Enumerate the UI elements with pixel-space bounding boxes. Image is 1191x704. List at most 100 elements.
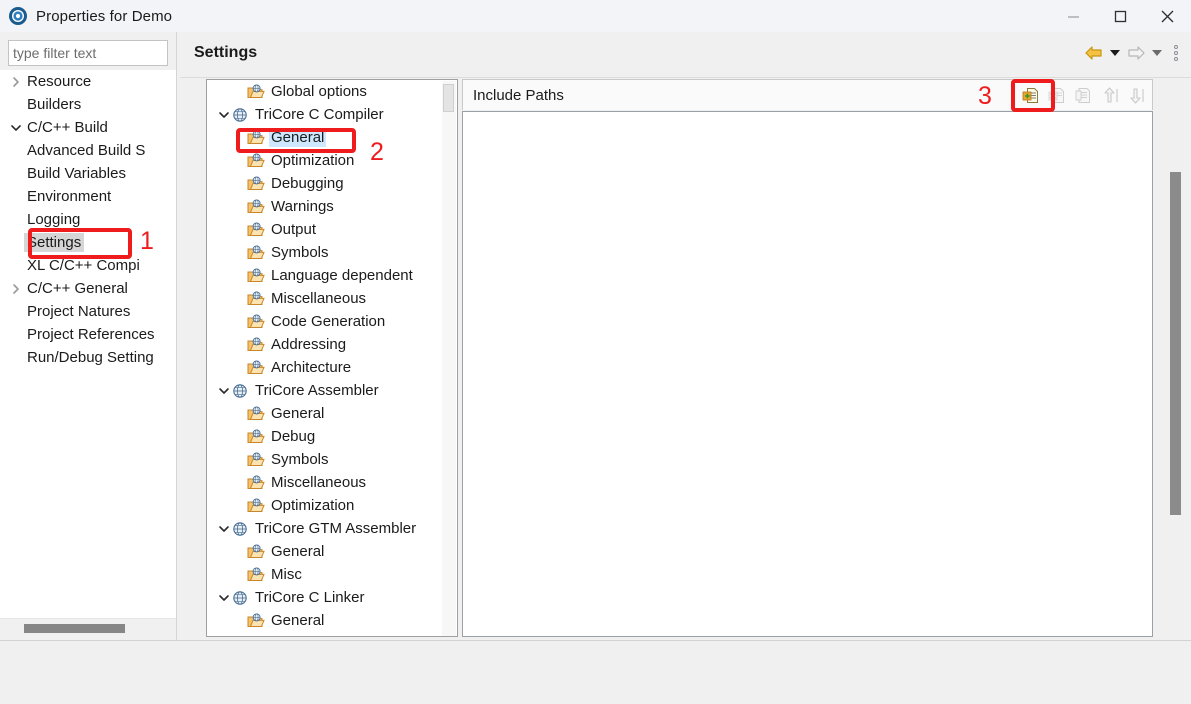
page-tree-item-general[interactable]: General (207, 540, 457, 563)
chevron-right-icon[interactable] (8, 277, 24, 300)
page-tree-item-miscellaneous[interactable]: Miscellaneous (207, 471, 457, 494)
include-paths-move-down-button[interactable] (1123, 82, 1148, 108)
back-history-chevron-down-icon[interactable] (1107, 40, 1123, 66)
page-tree-item-general[interactable]: General (207, 609, 457, 632)
include-paths-list[interactable] (462, 111, 1153, 637)
dialog-footer: ? Apply and Close Cancel (0, 641, 1191, 704)
include-paths-edit-button[interactable] (1071, 82, 1096, 108)
page-tree-item-label: General (271, 543, 325, 560)
page-tree-item-global-options[interactable]: Global options (207, 80, 457, 103)
properties-sidebar-tree[interactable]: Resource Builders C/C++ Build Advanced Buil… (0, 70, 176, 622)
sidebar-item-environment[interactable]: Environment (0, 185, 176, 208)
page-tree-item-tricore-assembler[interactable]: TriCore Assembler (207, 379, 457, 402)
sidebar-item-label: Logging (27, 211, 81, 228)
page-tree-item-debugging[interactable]: Debugging (207, 172, 457, 195)
eclipse-circle-icon (8, 6, 28, 26)
sidebar-item-builders[interactable]: Builders (0, 93, 176, 116)
page-tree-item-symbols[interactable]: Symbols (207, 241, 457, 264)
page-tree-item-optimization[interactable]: Optimization (207, 494, 457, 517)
sidebar-item-advanced-build-s[interactable]: Advanced Build S (0, 139, 176, 162)
chevron-right-icon[interactable] (8, 70, 24, 93)
sidebar-item-run-debug-setting[interactable]: Run/Debug Setting (0, 346, 176, 369)
include-paths-header: Include Paths (462, 79, 1153, 110)
folder-option-icon (247, 175, 265, 192)
sidebar-item-logging[interactable]: Logging (0, 208, 176, 231)
tool-settings-tree[interactable]: Global options TriCore C Compiler General O… (206, 79, 458, 637)
sidebar-item-c-c-build[interactable]: C/C++ Build (0, 116, 176, 139)
folder-option-icon (247, 83, 265, 100)
sidebar-item-label: Environment (27, 188, 112, 205)
page-tree-item-optimization[interactable]: Optimization (207, 149, 457, 172)
page-tree-item-label: Optimization (271, 497, 355, 514)
page-tree-item-tricore-c-linker[interactable]: TriCore C Linker (207, 586, 457, 609)
include-paths-move-up-button[interactable] (1097, 82, 1122, 108)
page-tree-item-tricore-gtm-assembler[interactable]: TriCore GTM Assembler (207, 517, 457, 540)
folder-option-icon (247, 566, 265, 583)
page-tree-item-tricore-c-compiler[interactable]: TriCore C Compiler (207, 103, 457, 126)
tool-sphere-icon (231, 521, 249, 537)
page-tree-item-general[interactable]: General (207, 402, 457, 425)
sidebar-item-label: C/C++ Build (27, 119, 108, 136)
page-tree-item-general[interactable]: General (207, 126, 457, 149)
folder-option-icon (247, 129, 265, 146)
page-tree-item-language-dependent[interactable]: Language dependent (207, 264, 457, 287)
tool-sphere-icon (231, 590, 249, 606)
folder-option-icon (247, 336, 265, 353)
page-tree-item-addressing[interactable]: Addressing (207, 333, 457, 356)
chevron-down-icon[interactable] (217, 517, 231, 540)
page-tree-item-symbols[interactable]: Symbols (207, 448, 457, 471)
include-paths-delete-button[interactable] (1045, 82, 1070, 108)
sidebar-item-label: Build Variables (27, 165, 126, 182)
sidebar-item-label: XL C/C++ Compi (27, 257, 140, 274)
window-controls (1050, 0, 1191, 32)
folder-option-icon (247, 359, 265, 376)
folder-option-icon (247, 428, 265, 445)
sidebar-item-c-c-general[interactable]: C/C++ General (0, 277, 176, 300)
chevron-down-icon[interactable] (217, 379, 231, 402)
settings-header: Settings (180, 32, 1191, 78)
folder-option-icon (247, 474, 265, 491)
page-tree-item-label: General (271, 612, 325, 629)
maximize-icon[interactable] (1097, 0, 1144, 32)
page-tree-item-label: TriCore C Compiler (255, 106, 384, 123)
chevron-down-icon[interactable] (8, 116, 24, 139)
forward-history-chevron-down-icon[interactable] (1149, 40, 1165, 66)
back-arrow-icon[interactable] (1083, 40, 1105, 66)
page-vertical-scrollbar-thumb[interactable] (1170, 172, 1181, 515)
page-tree-item-label: General (271, 405, 325, 422)
forward-arrow-icon[interactable] (1125, 40, 1147, 66)
folder-option-icon (247, 612, 265, 629)
folder-option-icon (247, 221, 265, 238)
title-bar: Properties for Demo (0, 0, 1191, 32)
page-tree-item-miscellaneous[interactable]: Miscellaneous (207, 287, 457, 310)
sidebar-item-project-natures[interactable]: Project Natures (0, 300, 176, 323)
minimize-icon[interactable] (1050, 0, 1097, 32)
page-tree-item-label: Optimization (271, 152, 355, 169)
page-tree-item-architecture[interactable]: Architecture (207, 356, 457, 379)
page-tree-item-code-generation[interactable]: Code Generation (207, 310, 457, 333)
folder-option-icon (247, 267, 265, 284)
sidebar-item-resource[interactable]: Resource (0, 70, 176, 93)
sidebar-horizontal-scrollbar-thumb[interactable] (24, 624, 125, 633)
properties-dialog: Properties for Demo Settings type filter… (0, 0, 1191, 704)
sidebar-item-xl-c-c-compi[interactable]: XL C/C++ Compi (0, 254, 176, 277)
page-tree-item-label: Architecture (271, 359, 352, 376)
chevron-down-icon[interactable] (217, 103, 231, 126)
page-tree-item-warnings[interactable]: Warnings (207, 195, 457, 218)
close-icon[interactable] (1144, 0, 1191, 32)
tool-tree-vertical-scrollbar-track[interactable] (442, 81, 456, 636)
page-tree-item-misc[interactable]: Misc (207, 563, 457, 586)
tool-tree-vertical-scrollbar-thumb[interactable] (443, 84, 454, 112)
vertical-dots-icon[interactable] (1167, 40, 1185, 66)
page-tree-item-debug[interactable]: Debug (207, 425, 457, 448)
filter-field-wrapper (8, 40, 168, 66)
sidebar-item-settings[interactable]: Settings (0, 231, 176, 254)
chevron-down-icon[interactable] (217, 586, 231, 609)
include-paths-add-button[interactable] (1019, 82, 1044, 108)
include-paths-toolbar (1019, 82, 1148, 108)
sidebar-item-build-variables[interactable]: Build Variables (0, 162, 176, 185)
page-tree-item-label: Warnings (271, 198, 334, 215)
page-tree-item-output[interactable]: Output (207, 218, 457, 241)
search-input[interactable] (8, 40, 168, 66)
sidebar-item-project-references[interactable]: Project References (0, 323, 176, 346)
